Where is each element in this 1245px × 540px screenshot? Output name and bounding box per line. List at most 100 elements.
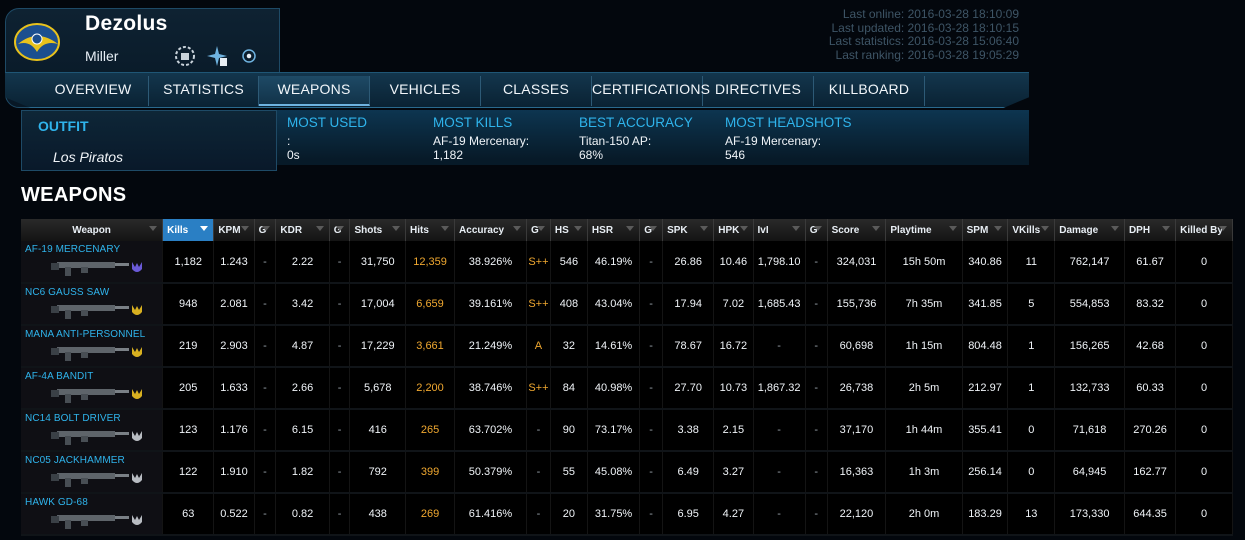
- cell-accuracy: 63.702%: [454, 409, 527, 452]
- tab-overview[interactable]: OVERVIEW: [38, 76, 149, 106]
- weapon-name[interactable]: HAWK GD-68: [25, 497, 88, 508]
- column-header-hsr[interactable]: HSR: [587, 219, 641, 241]
- cell-accuracy: 50.379%: [454, 451, 527, 494]
- sort-arrow-icon: [315, 226, 324, 231]
- cell-playtime: 1h 3m: [885, 451, 963, 494]
- most-headshots-weapon: AF-19 Mercenary:: [725, 134, 822, 148]
- cell-hpk: 10.46: [713, 241, 754, 284]
- cell-playtime: 7h 35m: [885, 283, 963, 326]
- silver-medal-icon: [132, 515, 142, 525]
- cell-playtime: 15h 50m: [885, 241, 963, 284]
- sort-arrow-icon: [994, 226, 1003, 231]
- table-row[interactable]: MANA ANTI-PERSONNEL 219 2.903-4.87-17,229 3…: [21, 325, 1233, 368]
- column-header-hpk[interactable]: HPK: [713, 219, 754, 241]
- outfit-name[interactable]: Los Piratos: [53, 149, 123, 165]
- cell-kpm: 1.243: [213, 241, 255, 284]
- weapon-name[interactable]: MANA ANTI-PERSONNEL: [25, 329, 145, 340]
- weapon-cell[interactable]: MANA ANTI-PERSONNEL: [21, 325, 164, 368]
- tab-weapons[interactable]: WEAPONS: [259, 76, 370, 106]
- weapon-name[interactable]: NC05 JACKHAMMER: [25, 455, 125, 466]
- column-header-shots[interactable]: Shots: [349, 219, 407, 241]
- column-header-grade-9[interactable]: G: [526, 219, 551, 241]
- column-header-playtime[interactable]: Playtime: [885, 219, 963, 241]
- cell-grade: -: [805, 283, 828, 326]
- cell-hs: 546: [550, 241, 588, 284]
- column-header-score[interactable]: Score: [827, 219, 887, 241]
- table-row[interactable]: NC14 BOLT DRIVER 123 1.176-6.15-416 265 63.7…: [21, 409, 1233, 452]
- cell-hits: 2,200: [405, 367, 456, 410]
- cell-grade: -: [805, 325, 828, 368]
- cell-ivi: 1,867.32: [753, 367, 806, 410]
- weapon-name[interactable]: NC14 BOLT DRIVER: [25, 413, 121, 424]
- gold-medal-icon: [132, 305, 142, 315]
- weapon-name[interactable]: AF-4A BANDIT: [25, 371, 93, 382]
- column-header-grade-5[interactable]: G: [329, 219, 351, 241]
- column-header-hits[interactable]: Hits: [405, 219, 456, 241]
- column-header-spk[interactable]: SPK: [662, 219, 715, 241]
- tab-certifications[interactable]: CERTIFICATIONS: [592, 76, 710, 106]
- tab-killboard[interactable]: KILLBOARD: [814, 76, 925, 106]
- cell-accuracy: 38.926%: [454, 241, 527, 284]
- column-header-grade-16[interactable]: G: [805, 219, 828, 241]
- table-row[interactable]: AF-19 MERCENARY 1,182 1.243-2.22-31,750 12,…: [21, 241, 1233, 284]
- cell-hsr: 46.19%: [587, 241, 641, 284]
- tab-directives[interactable]: DIRECTIVES: [703, 76, 814, 106]
- weapon-cell[interactable]: NC14 BOLT DRIVER: [21, 409, 164, 452]
- column-header-grade-3[interactable]: G: [254, 219, 277, 241]
- tab-statistics[interactable]: STATISTICS: [149, 76, 259, 106]
- sort-arrow-icon: [512, 226, 521, 231]
- weapons-table: Weapon Kills KPM G KDR G Shots Hits Accuracy G HS H…: [21, 219, 1233, 536]
- column-header-grade-12[interactable]: G: [639, 219, 664, 241]
- sort-arrow-icon: [649, 226, 658, 231]
- outfit-box: OUTFIT Los Piratos: [21, 110, 277, 171]
- table-row[interactable]: NC6 GAUSS SAW 948 2.081-3.42-17,004 6,659 39…: [21, 283, 1233, 326]
- player-name: Dezolus: [85, 12, 168, 35]
- table-row[interactable]: AF-4A BANDIT 205 1.633-2.66-5,678 2,200 38.7…: [21, 367, 1233, 410]
- cell-grade: -: [805, 367, 828, 410]
- cell-grade: -: [254, 493, 277, 536]
- cell-dph: 644.35: [1124, 493, 1177, 536]
- cell-score: 16,363: [827, 451, 887, 494]
- weapon-cell[interactable]: NC6 GAUSS SAW: [21, 283, 164, 326]
- column-header-damage[interactable]: Damage: [1054, 219, 1125, 241]
- cell-hpk: 10.73: [713, 367, 754, 410]
- cell-hits: 265: [405, 409, 456, 452]
- cell-kills: 123: [162, 409, 215, 452]
- column-header-spm[interactable]: SPM: [962, 219, 1009, 241]
- sort-arrow-icon: [262, 226, 271, 231]
- sort-arrow-icon: [441, 226, 450, 231]
- sort-arrow-icon: [200, 226, 209, 231]
- cell-dph: 60.33: [1124, 367, 1177, 410]
- weapon-cell[interactable]: AF-19 MERCENARY: [21, 241, 164, 284]
- cell-ivi: -: [753, 325, 806, 368]
- last-ranking: Last ranking: 2016-03-28 19:05:29: [835, 47, 1019, 62]
- column-header-killed-by[interactable]: Killed By: [1175, 219, 1233, 241]
- sort-arrow-icon: [700, 226, 709, 231]
- column-header-vkills[interactable]: VKills: [1007, 219, 1056, 241]
- cell-spk: 3.38: [662, 409, 715, 452]
- column-header-kdr[interactable]: KDR: [275, 219, 330, 241]
- column-header-hs[interactable]: HS: [550, 219, 588, 241]
- table-row[interactable]: NC05 JACKHAMMER 122 1.910-1.82-792 399 50.37…: [21, 451, 1233, 494]
- column-header-kpm[interactable]: KPM: [213, 219, 255, 241]
- sort-arrow-icon: [336, 226, 345, 231]
- weapon-name[interactable]: NC6 GAUSS SAW: [25, 287, 109, 298]
- weapon-cell[interactable]: NC05 JACKHAMMER: [21, 451, 164, 494]
- column-header-kills[interactable]: Kills: [162, 219, 215, 241]
- weapon-cell[interactable]: HAWK GD-68: [21, 493, 164, 536]
- best-accuracy-label: BEST ACCURACY: [579, 115, 693, 130]
- medic-badge-icon: [207, 46, 227, 66]
- column-header-dph[interactable]: DPH: [1124, 219, 1177, 241]
- tab-classes[interactable]: CLASSES: [481, 76, 592, 106]
- column-header-accuracy[interactable]: Accuracy: [454, 219, 527, 241]
- weapon-cell[interactable]: AF-4A BANDIT: [21, 367, 164, 410]
- tab-vehicles[interactable]: VEHICLES: [370, 76, 481, 106]
- cell-kills: 63: [162, 493, 215, 536]
- column-header-ivi[interactable]: IvI: [753, 219, 806, 241]
- table-row[interactable]: HAWK GD-68 63 0.522-0.82-438 269 61.416% -20 3…: [21, 493, 1233, 536]
- weapon-name[interactable]: AF-19 MERCENARY: [25, 244, 120, 255]
- cell-hpk: 3.27: [713, 451, 754, 494]
- column-header-weapon[interactable]: Weapon: [21, 219, 164, 241]
- gold-medal-icon: [132, 389, 142, 399]
- gold-medal-icon: [132, 347, 142, 357]
